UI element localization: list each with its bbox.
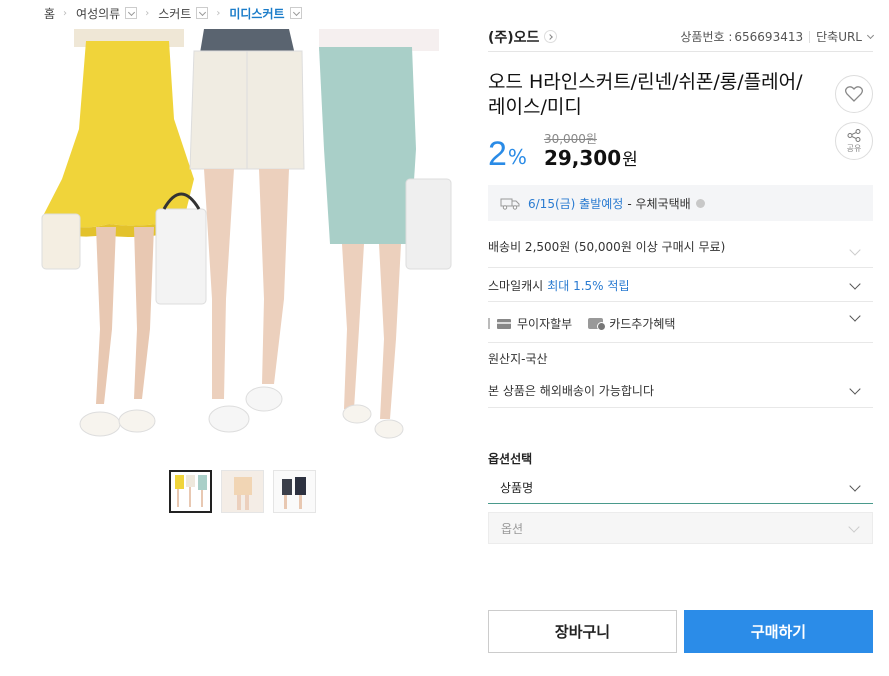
- short-url-button[interactable]: 단축URL: [816, 28, 875, 45]
- chevron-down-icon[interactable]: [849, 244, 861, 256]
- short-url-label[interactable]: 단축URL: [816, 28, 862, 45]
- product-number: 656693413: [734, 29, 804, 44]
- truck-icon: [500, 198, 520, 210]
- benefit-interest-free-label: 무이자할부: [517, 317, 573, 331]
- shipping-method: - 우체국택배: [627, 196, 691, 211]
- dropdown-icon[interactable]: [196, 7, 209, 19]
- breadcrumb-category-2[interactable]: 스커트: [158, 5, 209, 22]
- sale-price: 29,300원: [544, 146, 638, 172]
- sale-price-value: 29,300: [543, 146, 622, 170]
- seller-row: (주)오드 상품번호 : 656693413 단축URL: [488, 27, 875, 52]
- breadcrumb-category-1-label[interactable]: 여성의류: [76, 5, 120, 22]
- add-to-cart-button[interactable]: 장바구니: [488, 610, 677, 653]
- dropdown-icon[interactable]: [289, 7, 302, 19]
- divider: [809, 30, 811, 43]
- chevron-down-icon: [848, 521, 860, 533]
- product-title: 오드 H라인스커트/린넨/쉬폰/롱/플레어/레이스/미디: [488, 71, 803, 118]
- chevron-down-icon[interactable]: [849, 383, 861, 395]
- product-name-select-label: 상품명: [500, 481, 534, 495]
- heart-icon: [845, 86, 863, 102]
- product-name-select[interactable]: 상품명: [488, 472, 873, 504]
- benefit-interest-free[interactable]: 무이자할부: [488, 315, 572, 332]
- shipping-schedule: 6/15(금) 출발예정 - 우체국택배: [488, 185, 873, 221]
- share-label: 공유: [846, 143, 862, 153]
- thumbnail-2-image: [222, 471, 263, 512]
- info-icon[interactable]: [695, 198, 705, 208]
- origin-row: 원산지-국산: [488, 348, 873, 368]
- chevron-down-icon: [849, 480, 861, 492]
- card-benefit-icon: [588, 318, 607, 331]
- smile-cash-label: 스마일캐시: [488, 279, 544, 293]
- chevron-right-icon: ›: [63, 7, 68, 19]
- thumbnail-1-image: [171, 472, 210, 511]
- breadcrumb-category-3-label[interactable]: 미디스커트: [229, 5, 284, 22]
- product-main-image: [34, 29, 453, 448]
- shipping-date: 6/15(금) 출발예정: [528, 196, 624, 211]
- share-icon: [847, 128, 861, 142]
- breadcrumb-home-label[interactable]: 홈: [44, 5, 55, 22]
- smile-cash-row[interactable]: 스마일캐시 최대 1.5% 적립: [488, 270, 873, 302]
- overseas-shipping-row[interactable]: 본 상품은 해외배송이 가능합니다: [488, 374, 873, 408]
- shipping-fee-row[interactable]: 배송비 2,500원 (50,000원 이상 구매시 무료): [488, 230, 873, 268]
- card-icon: [497, 318, 511, 329]
- product-number-label: 상품번호 :: [680, 30, 733, 44]
- product-photo: [34, 29, 453, 448]
- thumbnail-2[interactable]: [221, 470, 264, 513]
- discount-rate: 2: [488, 135, 507, 173]
- overseas-shipping-text: 본 상품은 해외배송이 가능합니다: [488, 384, 655, 398]
- chevron-down-icon[interactable]: [849, 310, 861, 322]
- option-section-title: 옵션선택: [488, 452, 533, 466]
- option-select: 옵션: [488, 512, 873, 544]
- sale-price-unit: 원: [622, 150, 638, 170]
- price-values: 30,000원 29,300원: [544, 132, 638, 172]
- favorite-button[interactable]: [835, 75, 873, 113]
- thumbnail-list: [169, 470, 316, 513]
- discount-unit: %: [507, 145, 527, 169]
- thumbnail-3[interactable]: [273, 470, 316, 513]
- breadcrumb-category-2-label[interactable]: 스커트: [158, 5, 191, 22]
- chevron-right-icon[interactable]: [544, 30, 558, 43]
- price-area: 2 % 30,000원 29,300원: [488, 132, 638, 172]
- chevron-right-icon: ›: [145, 7, 150, 19]
- seller-name[interactable]: (주)오드: [488, 27, 539, 47]
- thumbnail-1[interactable]: [169, 470, 212, 513]
- origin-text: 원산지-국산: [488, 351, 548, 366]
- option-select-label: 옵션: [501, 521, 524, 536]
- benefit-card-extra-label: 카드추가혜택: [609, 317, 676, 331]
- chevron-down-icon: [866, 31, 875, 39]
- divider: [488, 318, 490, 329]
- share-button[interactable]: 공유: [835, 122, 873, 160]
- chevron-down-icon[interactable]: [849, 278, 861, 290]
- breadcrumb-category-1[interactable]: 여성의류: [76, 5, 138, 22]
- shipping-fee-text: 배송비 2,500원 (50,000원 이상 구매시 무료): [488, 240, 726, 254]
- buy-now-button[interactable]: 구매하기: [684, 610, 873, 653]
- chevron-right-icon: ›: [216, 7, 221, 19]
- thumbnail-3-image: [274, 471, 315, 512]
- breadcrumb-category-3[interactable]: 미디스커트: [229, 5, 302, 22]
- benefit-card-extra[interactable]: 카드추가혜택: [588, 315, 675, 332]
- breadcrumb-home[interactable]: 홈: [44, 5, 55, 22]
- original-price: 30,000원: [543, 132, 597, 146]
- card-benefit-row[interactable]: 무이자할부 카드추가혜택: [488, 303, 873, 343]
- dropdown-icon[interactable]: [125, 7, 138, 19]
- breadcrumb: 홈 › 여성의류 › 스커트 › 미디스커트: [44, 4, 302, 22]
- smile-cash-highlight: 최대 1.5% 적립: [547, 279, 630, 293]
